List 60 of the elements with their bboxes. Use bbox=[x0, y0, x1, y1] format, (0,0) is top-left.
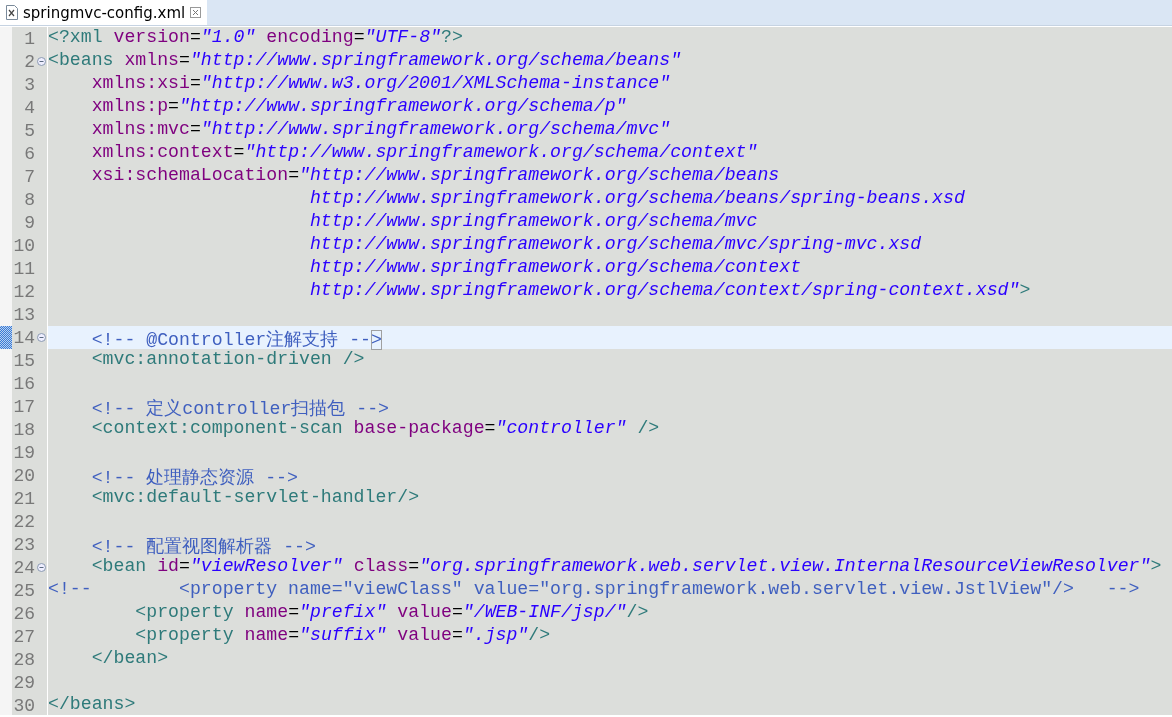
line-number: 21 bbox=[12, 488, 35, 509]
code-line: <context:component-scan base-package="controller" /> bbox=[47, 418, 1172, 441]
code-line: <!-- 处理静态资源 --> bbox=[47, 464, 1172, 487]
line-number: 2 bbox=[23, 51, 35, 72]
line-number: 11 bbox=[12, 258, 35, 279]
line-number: 12 bbox=[12, 281, 35, 302]
code-line: <mvc:annotation-driven /> bbox=[47, 349, 1172, 372]
line-number: 13 bbox=[12, 304, 35, 325]
code-line: <beans xmlns="http://www.springframework.org/schema/beans" bbox=[47, 50, 1172, 73]
code-line: xmlns:xsi="http://www.w3.org/2001/XMLSchema-instance" bbox=[47, 73, 1172, 96]
code-line: <mvc:default-servlet-handler/> bbox=[47, 487, 1172, 510]
line-number: 16 bbox=[12, 373, 35, 394]
collapse-icon[interactable] bbox=[36, 57, 46, 66]
line-number: 27 bbox=[12, 626, 35, 647]
code-line: http://www.springframework.org/schema/beans/spring-beans.xsd bbox=[47, 188, 1172, 211]
code-line: <!-- 配置视图解析器 --> bbox=[47, 533, 1172, 556]
line-number: 19 bbox=[12, 442, 35, 463]
collapse-icon[interactable] bbox=[36, 563, 46, 572]
code-line: <property name="suffix" value=".jsp"/> bbox=[47, 625, 1172, 648]
line-number: 24 bbox=[12, 557, 35, 578]
line-number: 8 bbox=[23, 189, 35, 210]
line-number: 18 bbox=[12, 419, 35, 440]
line-number: 5 bbox=[23, 120, 35, 141]
code-line: xmlns:mvc="http://www.springframework.org/schema/mvc" bbox=[47, 119, 1172, 142]
code-line: http://www.springframework.org/schema/mvc bbox=[47, 211, 1172, 234]
line-number: 3 bbox=[23, 74, 35, 95]
collapse-icon[interactable] bbox=[36, 333, 46, 342]
xml-file-icon bbox=[6, 5, 18, 20]
line-number: 29 bbox=[12, 672, 35, 693]
line-number: 17 bbox=[12, 396, 35, 417]
code-line: <!-- <property name="viewClass" value="org.springframework.web.servlet.view.JstlView"/> --> bbox=[47, 579, 1172, 602]
line-number: 7 bbox=[23, 166, 35, 187]
line-number: 1 bbox=[23, 28, 35, 49]
code-line: http://www.springframework.org/schema/context bbox=[47, 257, 1172, 280]
line-number: 26 bbox=[12, 603, 35, 624]
code-line: </bean> bbox=[47, 648, 1172, 671]
code-line: <!-- 定义controller扫描包 --> bbox=[47, 395, 1172, 418]
code-line: <?xml version="1.0" encoding="UTF-8"?> bbox=[47, 27, 1172, 50]
line-number: 10 bbox=[12, 235, 35, 256]
code-line: xmlns:p="http://www.springframework.org/schema/p" bbox=[47, 96, 1172, 119]
line-number: 20 bbox=[12, 465, 35, 486]
editor-tab[interactable]: springmvc-config.xml bbox=[0, 0, 208, 25]
line-number: 22 bbox=[12, 511, 35, 532]
code-line: xmlns:context="http://www.springframework.org/schema/context" bbox=[47, 142, 1172, 165]
code-line: http://www.springframework.org/schema/mvc/spring-mvc.xsd bbox=[47, 234, 1172, 257]
line-number: 23 bbox=[12, 534, 35, 555]
close-icon[interactable] bbox=[190, 7, 202, 18]
line-number: 15 bbox=[12, 350, 35, 371]
code-line: <bean id="viewResolver" class="org.springframework.web.servlet.view.InternalResourceViewResolver"> bbox=[47, 556, 1172, 579]
line-number: 4 bbox=[23, 97, 35, 118]
code-line: </beans> bbox=[47, 694, 1172, 717]
code-line: <property name="prefix" value="/WEB-INF/jsp/"/> bbox=[47, 602, 1172, 625]
line-number: 9 bbox=[23, 212, 35, 233]
code-line: http://www.springframework.org/schema/context/spring-context.xsd"> bbox=[47, 280, 1172, 303]
line-number: 6 bbox=[23, 143, 35, 164]
line-number: 14 bbox=[12, 327, 35, 348]
line-number: 30 bbox=[12, 695, 35, 716]
code-line: xsi:schemaLocation="http://www.springframework.org/schema/beans bbox=[47, 165, 1172, 188]
line-number: 25 bbox=[12, 580, 35, 601]
line-number: 28 bbox=[12, 649, 35, 670]
